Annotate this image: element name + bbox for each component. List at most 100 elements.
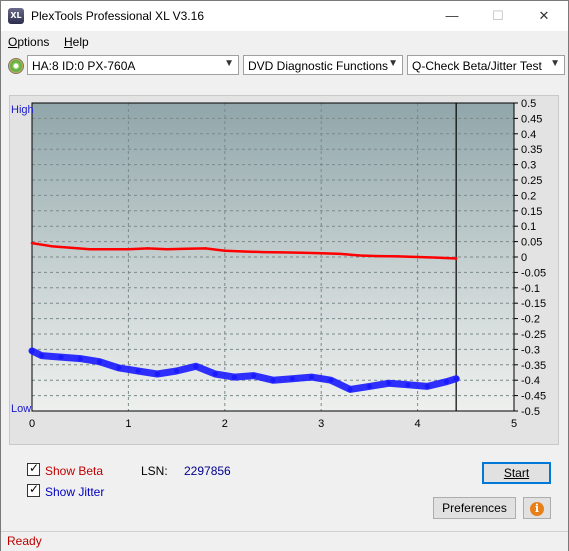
show-jitter-checkbox[interactable]: ✓ <box>27 482 40 497</box>
title-bar: XL PlexTools Professional XL V3.16 — ☐ ✕ <box>1 1 568 31</box>
jitter-data-point <box>405 382 411 388</box>
jitter-data-point <box>444 379 450 385</box>
beta-data-point <box>416 255 419 259</box>
jitter-data-point <box>309 374 315 380</box>
window-title: PlexTools Professional XL V3.16 <box>31 9 204 23</box>
x-tick-label: 2 <box>222 418 228 430</box>
x-tick-label: 0 <box>29 418 35 430</box>
beta-data-point <box>88 248 92 251</box>
test-select[interactable]: Q-Check Beta/Jitter Test ▼ <box>407 55 565 75</box>
beta-data-point <box>358 254 361 257</box>
preferences-button[interactable]: Preferences <box>433 497 516 519</box>
app-window: XL PlexTools Professional XL V3.16 — ☐ ✕… <box>0 0 569 551</box>
y-tick-label: -0.05 <box>521 267 546 279</box>
beta-data-point <box>377 254 381 258</box>
jitter-data-point <box>29 348 35 354</box>
start-button-label: Start <box>503 466 530 480</box>
show-jitter-label[interactable]: Show Jitter <box>45 485 104 499</box>
beta-data-point <box>69 246 72 249</box>
lsn-label: LSN: <box>141 464 168 478</box>
minimize-button[interactable]: — <box>429 1 475 31</box>
y-label-low: Low <box>11 403 31 415</box>
jitter-data-point <box>366 383 372 389</box>
y-tick-label: 0.3 <box>521 160 536 172</box>
jitter-data-point <box>39 353 45 359</box>
function-select[interactable]: DVD Diagnostic Functions ▼ <box>243 55 403 75</box>
jitter-data-point <box>251 373 257 379</box>
checkmark-icon: ✓ <box>29 482 40 496</box>
start-button[interactable]: Start <box>482 462 551 484</box>
beta-data-point <box>146 247 149 250</box>
chevron-down-icon: ▼ <box>550 58 560 69</box>
lsn-value: 2297856 <box>184 464 231 478</box>
y-tick-label: 0.45 <box>521 113 542 125</box>
y-tick-label: 0.35 <box>521 144 542 156</box>
beta-data-point <box>300 251 304 254</box>
close-button[interactable]: ✕ <box>521 1 567 31</box>
show-beta-label[interactable]: Show Beta <box>45 464 103 478</box>
drive-select-value: HA:8 ID:0 PX-760A <box>32 59 136 73</box>
menu-options[interactable]: Options <box>8 35 49 49</box>
y-tick-label: -0.1 <box>521 283 540 295</box>
jitter-data-point <box>424 383 430 389</box>
menu-help[interactable]: Help <box>64 35 89 49</box>
beta-data-point <box>242 250 246 253</box>
jitter-data-point <box>453 376 459 382</box>
status-text: Ready <box>7 534 42 548</box>
y-tick-label: 0 <box>521 252 527 264</box>
y-tick-label: -0.25 <box>521 329 546 341</box>
jitter-data-point <box>328 377 334 383</box>
jitter-data-point <box>231 374 237 380</box>
beta-data-point <box>127 248 130 251</box>
jitter-data-point <box>212 371 218 377</box>
jitter-data-point <box>58 354 64 360</box>
drive-icon <box>8 58 24 74</box>
beta-data-point <box>281 251 284 254</box>
jitter-data-point <box>270 377 276 383</box>
y-tick-label: -0.45 <box>521 391 546 403</box>
jitter-data-point <box>135 368 141 374</box>
y-label-high: High <box>11 104 34 116</box>
y-tick-label: -0.4 <box>521 375 540 387</box>
beta-data-point <box>50 245 53 248</box>
beta-data-point <box>107 248 111 251</box>
beta-data-point <box>262 250 265 254</box>
menu-bar: Options Help <box>1 32 568 52</box>
y-tick-label: -0.15 <box>521 298 546 310</box>
beta-data-point <box>435 256 439 259</box>
beta-data-point <box>185 247 188 250</box>
show-beta-checkbox[interactable]: ✓ <box>27 461 40 476</box>
x-tick-label: 4 <box>415 418 421 430</box>
jitter-data-point <box>347 386 353 392</box>
function-select-value: DVD Diagnostic Functions <box>248 59 389 73</box>
checkmark-icon: ✓ <box>29 461 40 475</box>
info-button[interactable]: i <box>523 497 551 519</box>
jitter-data-point <box>77 356 83 362</box>
y-tick-label: 0.5 <box>521 98 536 110</box>
y-tick-label: 0.15 <box>521 206 542 218</box>
beta-jitter-chart: 0 1 2 3 4 5 0.5 0.45 0.4 0.35 0.3 0.25 0.2 0.15 0.1 0.… <box>11 98 546 430</box>
beta-data-point <box>454 257 458 260</box>
jitter-data-point <box>386 380 392 386</box>
y-tick-label: 0.2 <box>521 190 536 202</box>
y-tick-label: 0.4 <box>521 129 536 141</box>
preferences-button-label: Preferences <box>442 501 507 515</box>
chevron-down-icon: ▼ <box>224 58 234 69</box>
maximize-button[interactable]: ☐ <box>475 1 521 31</box>
beta-data-point <box>204 247 207 250</box>
y-tick-label: -0.3 <box>521 344 540 356</box>
y-tick-label: -0.5 <box>521 406 540 418</box>
y-tick-label: 0.1 <box>521 221 536 233</box>
beta-data-point <box>223 249 226 253</box>
jitter-data-point <box>96 359 102 365</box>
beta-data-point <box>320 252 323 255</box>
y-tick-label: 0.05 <box>521 237 542 249</box>
drive-select[interactable]: HA:8 ID:0 PX-760A ▼ <box>27 55 239 75</box>
status-bar: Ready <box>1 531 568 551</box>
app-icon: XL <box>8 8 24 24</box>
beta-data-point <box>397 255 400 258</box>
jitter-data-point <box>154 371 160 377</box>
chart-panel: 0 1 2 3 4 5 0.5 0.45 0.4 0.35 0.3 0.25 0.2 0.15 0.1 0.… <box>9 95 559 445</box>
toolbar: HA:8 ID:0 PX-760A ▼ DVD Diagnostic Funct… <box>1 53 568 79</box>
beta-data-point <box>30 241 34 245</box>
